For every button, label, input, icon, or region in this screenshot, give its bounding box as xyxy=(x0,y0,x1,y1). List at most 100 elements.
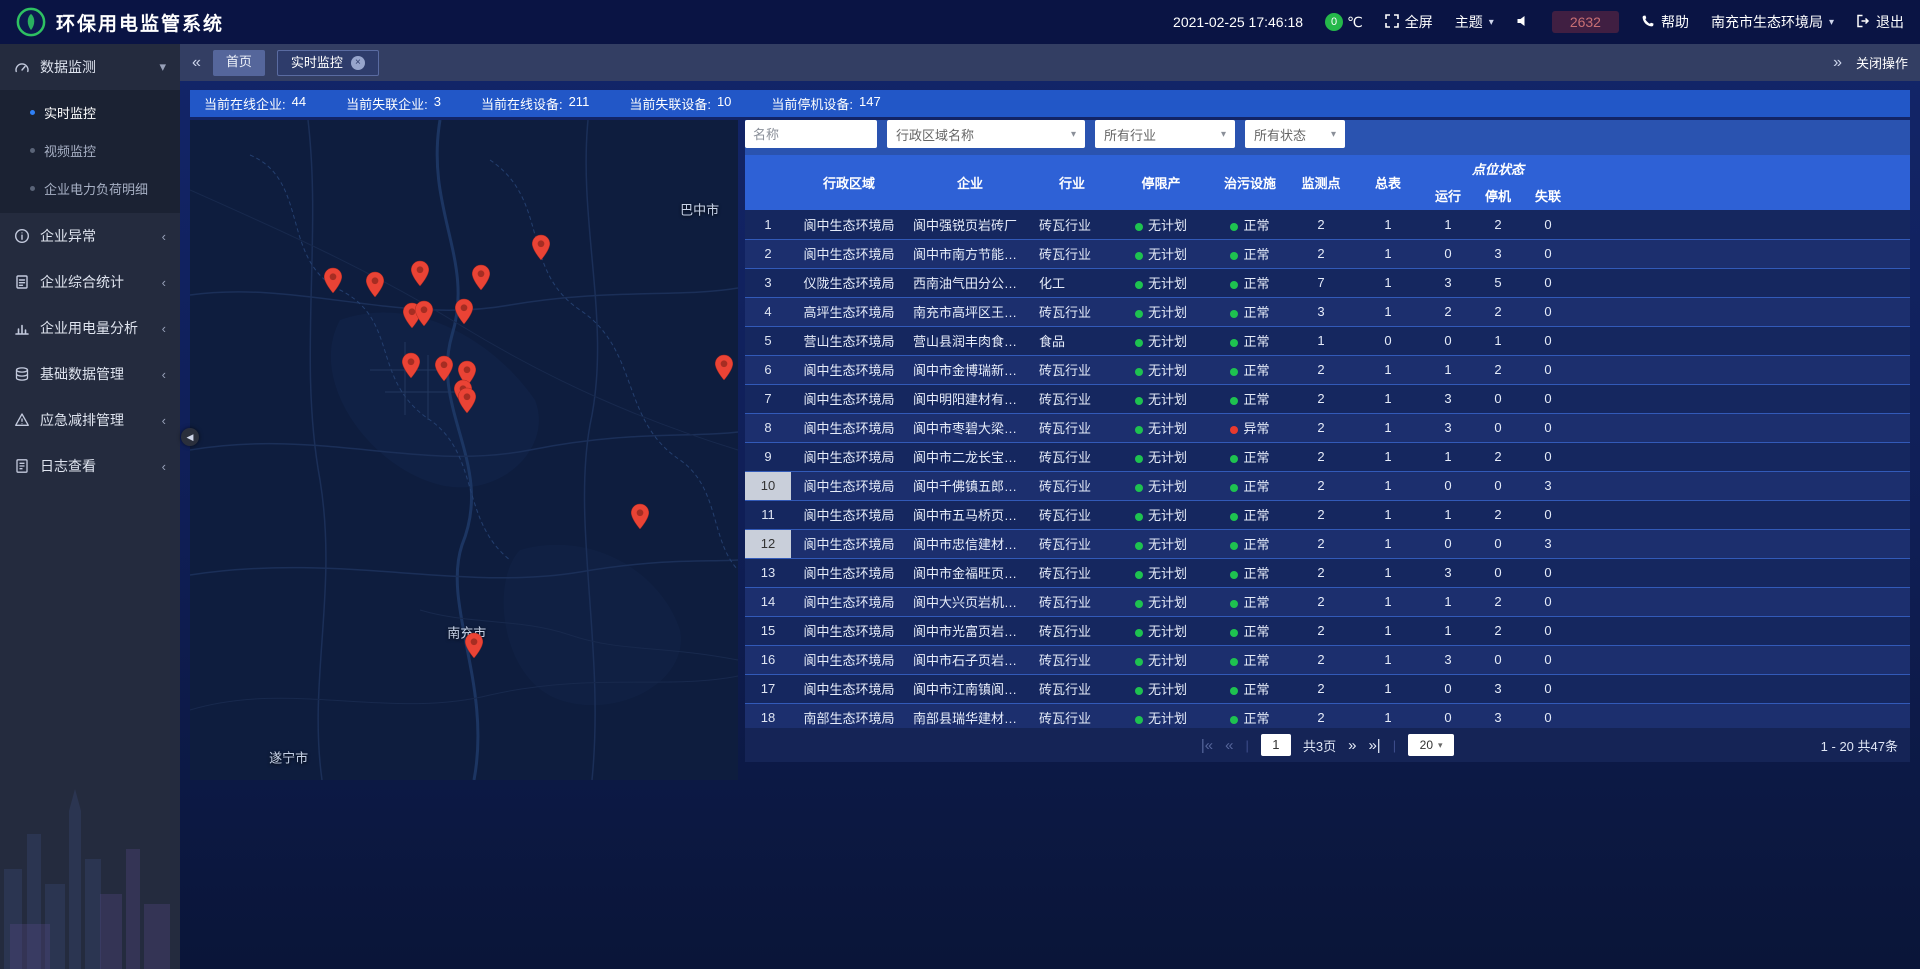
tabs-scroll-right-icon[interactable]: » xyxy=(1833,54,1842,72)
row-index: 14 xyxy=(745,587,791,616)
tab-realtime-monitor[interactable]: 实时监控 × xyxy=(277,50,379,76)
table-row[interactable]: 16阆中生态环境局阆中市石子页岩机砖厂砖瓦行业无计划正常21300 xyxy=(745,645,1910,674)
table-row[interactable]: 7阆中生态环境局阆中明阳建材有限公司砖瓦行业无计划正常21300 xyxy=(745,384,1910,413)
cell-filler xyxy=(1573,268,1910,297)
logout-button[interactable]: 退出 xyxy=(1856,12,1904,32)
cell-lost-count: 0 xyxy=(1523,645,1573,674)
cell-meter-count: 1 xyxy=(1353,703,1423,728)
page-size-select[interactable]: 20 ▾ xyxy=(1408,734,1454,756)
app-root: 环保用电监管系统 2021-02-25 17:46:18 0 ℃ 全屏 主题 ▾… xyxy=(0,0,1920,969)
industry-select[interactable]: 所有行业 ▾ xyxy=(1095,120,1235,148)
status-dot-icon xyxy=(1230,455,1238,463)
cell-limit: 无计划 xyxy=(1111,500,1211,529)
map-pin-icon[interactable] xyxy=(401,352,421,379)
map-pin-icon[interactable] xyxy=(414,300,434,327)
map-city-label: 遂宁市 xyxy=(269,747,308,766)
table-row[interactable]: 8阆中生态环境局阆中市枣碧大梁山页岩砖瓦行业无计划异常21300 xyxy=(745,413,1910,442)
table-row[interactable]: 14阆中生态环境局阆中大兴页岩机砖厂砖瓦行业无计划正常21120 xyxy=(745,587,1910,616)
map-pin-icon[interactable] xyxy=(471,264,491,291)
table-row[interactable]: 6阆中生态环境局阆中市金博瑞新型墙材砖瓦行业无计划正常21120 xyxy=(745,355,1910,384)
map-city-label: 巴中市 xyxy=(680,200,719,219)
bullet-dot-icon xyxy=(30,186,35,191)
table-row[interactable]: 5营山生态环境局营山县润丰肉食品有限食品无计划正常10010 xyxy=(745,326,1910,355)
close-operations-button[interactable]: 关闭操作 xyxy=(1856,53,1908,72)
map-pin-icon[interactable] xyxy=(464,632,484,659)
cell-industry: 砖瓦行业 xyxy=(1033,413,1111,442)
sidebar-group-data-monitor[interactable]: 数据监测 ▾ xyxy=(0,44,180,90)
table-row[interactable]: 10阆中生态环境局阆中千佛镇五郎垭页岩砖瓦行业无计划正常21003 xyxy=(745,471,1910,500)
sidebar-group-emergency[interactable]: 应急减排管理 ‹ xyxy=(0,397,180,443)
sidebar-item-video-monitor[interactable]: 视频监控 xyxy=(0,131,180,169)
help-button[interactable]: 帮助 xyxy=(1641,12,1689,32)
cell-monitor-count: 2 xyxy=(1289,703,1353,728)
close-icon[interactable]: × xyxy=(351,56,365,70)
cell-stopped-count: 2 xyxy=(1473,355,1523,384)
cell-monitor-count: 2 xyxy=(1289,471,1353,500)
cell-company: 南充市高坪区王家店建 xyxy=(907,297,1033,326)
cell-facility: 正常 xyxy=(1211,645,1289,674)
map-pin-icon[interactable] xyxy=(630,503,650,530)
table-row[interactable]: 18南部生态环境局南部县瑞华建材有限公砖瓦行业无计划正常21030 xyxy=(745,703,1910,728)
page-number-input[interactable]: 1 xyxy=(1261,734,1291,756)
theme-dropdown[interactable]: 主题 ▾ xyxy=(1455,12,1494,32)
pagination-bar: |« « | 1 共3页 » »| | 20 ▾ 1 - 20 共47条 xyxy=(745,728,1910,762)
cell-stopped-count: 0 xyxy=(1473,645,1523,674)
sidebar-group-enterprise-stats[interactable]: 企业综合统计 ‹ xyxy=(0,259,180,305)
cell-running-count: 3 xyxy=(1423,645,1473,674)
table-row[interactable]: 3仪陇生态环境局西南油气田分公司川中化工无计划正常71350 xyxy=(745,268,1910,297)
prev-page-icon[interactable]: « xyxy=(1225,737,1233,754)
alert-count-badge[interactable]: 2632 xyxy=(1552,11,1619,33)
cell-meter-count: 1 xyxy=(1353,616,1423,645)
cell-industry: 化工 xyxy=(1033,268,1111,297)
table-row[interactable]: 1阆中生态环境局阆中强锐页岩砖厂砖瓦行业无计划正常21120 xyxy=(745,210,1910,239)
first-page-icon[interactable]: |« xyxy=(1201,737,1213,754)
table-row[interactable]: 9阆中生态环境局阆中市二龙长宝页岩砖砖瓦行业无计划正常21120 xyxy=(745,442,1910,471)
fullscreen-button[interactable]: 全屏 xyxy=(1385,12,1433,32)
mute-button[interactable] xyxy=(1516,14,1530,31)
table-row[interactable]: 2阆中生态环境局阆中市南方节能建材有砖瓦行业无计划正常21030 xyxy=(745,239,1910,268)
cell-region: 仪陇生态环境局 xyxy=(791,268,907,297)
sidebar-item-realtime-monitor[interactable]: 实时监控 xyxy=(0,93,180,131)
sidebar-item-power-load-detail[interactable]: 企业电力负荷明细 xyxy=(0,169,180,207)
map-pin-icon[interactable] xyxy=(323,267,343,294)
table-row[interactable]: 12阆中生态环境局阆中市忠信建材有限公砖瓦行业无计划正常21003 xyxy=(745,529,1910,558)
org-dropdown[interactable]: 南充市生态环境局 ▾ xyxy=(1711,12,1834,32)
cell-company: 阆中市五马桥页岩机砖 xyxy=(907,500,1033,529)
next-page-icon[interactable]: » xyxy=(1348,737,1356,754)
name-search-input[interactable] xyxy=(745,120,877,148)
tabs-scroll-left-icon[interactable]: « xyxy=(192,54,201,72)
map-pin-icon[interactable] xyxy=(434,355,454,382)
sidebar-group-enterprise-abnormal[interactable]: 企业异常 ‹ xyxy=(0,213,180,259)
cell-region: 阆中生态环境局 xyxy=(791,558,907,587)
table-row[interactable]: 11阆中生态环境局阆中市五马桥页岩机砖砖瓦行业无计划正常21120 xyxy=(745,500,1910,529)
last-page-icon[interactable]: »| xyxy=(1368,737,1380,754)
cell-limit: 无计划 xyxy=(1111,239,1211,268)
status-dot-icon xyxy=(1230,281,1238,289)
tab-home[interactable]: 首页 xyxy=(213,50,265,76)
table-row[interactable]: 13阆中生态环境局阆中市金福旺页岩机砖砖瓦行业无计划正常21300 xyxy=(745,558,1910,587)
sidebar-group-logs[interactable]: 日志查看 ‹ xyxy=(0,443,180,489)
map-panel[interactable]: 巴中市 南充市 遂宁市 xyxy=(190,120,738,780)
map-pin-icon[interactable] xyxy=(531,234,551,261)
skyline-decoration xyxy=(0,749,180,969)
sidebar-collapse-handle[interactable]: ◀ xyxy=(181,428,199,446)
map-pin-icon[interactable] xyxy=(410,260,430,287)
table-row[interactable]: 4高坪生态环境局南充市高坪区王家店建砖瓦行业无计划正常31220 xyxy=(745,297,1910,326)
cell-region: 南部生态环境局 xyxy=(791,703,907,728)
cell-facility: 正常 xyxy=(1211,384,1289,413)
col-header-facility: 治污设施 xyxy=(1211,155,1289,210)
sidebar-group-base-data[interactable]: 基础数据管理 ‹ xyxy=(0,351,180,397)
col-group-point-status: 点位状态 xyxy=(1423,155,1573,181)
page-title: 环保用电监管系统 xyxy=(56,9,224,36)
map-pin-icon[interactable] xyxy=(714,354,734,381)
map-pin-icon[interactable] xyxy=(454,298,474,325)
table-row[interactable]: 15阆中生态环境局阆中市光富页岩机砖厂砖瓦行业无计划正常21120 xyxy=(745,616,1910,645)
map-pin-icon[interactable] xyxy=(457,387,477,414)
table-row[interactable]: 17阆中生态环境局阆中市江南镇阆南页岩砖瓦行业无计划正常21030 xyxy=(745,674,1910,703)
stats-bar: 当前在线企业:44 当前失联企业:3 当前在线设备:211 当前失联设备:10 … xyxy=(190,90,1910,117)
region-select[interactable]: 行政区域名称 ▾ xyxy=(887,120,1085,148)
status-select[interactable]: 所有状态 ▾ xyxy=(1245,120,1345,148)
map-pin-icon[interactable] xyxy=(365,271,385,298)
cell-meter-count: 1 xyxy=(1353,471,1423,500)
sidebar-group-power-analysis[interactable]: 企业用电量分析 ‹ xyxy=(0,305,180,351)
